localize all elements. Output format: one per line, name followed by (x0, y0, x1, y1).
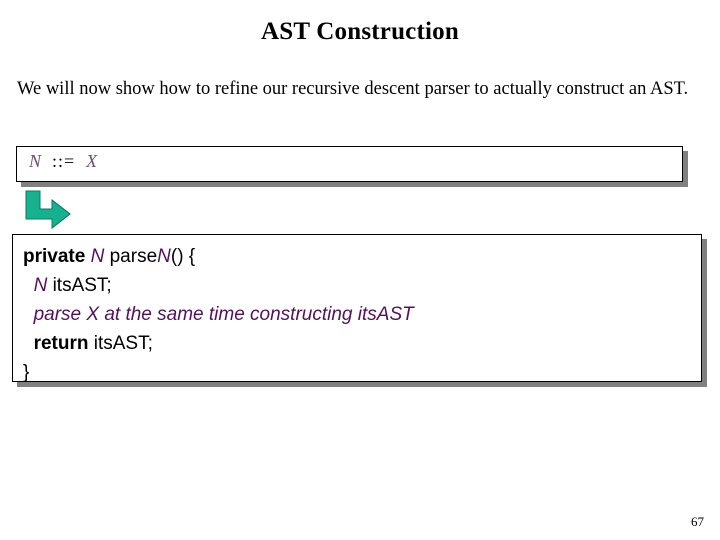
elbow-arrow-down-right-icon (16, 190, 72, 232)
slide-canvas: AST Construction We will now show how to… (0, 0, 720, 540)
code-token: itsAST; (88, 333, 153, 354)
rule-operator-space (75, 151, 86, 171)
code-line: private N parseN() { (23, 242, 695, 271)
page-number: 67 (691, 514, 704, 529)
code-token: N (157, 246, 171, 267)
code-snippet-text: private N parseN() { N itsAST; parse X a… (23, 242, 695, 387)
code-line: } (23, 358, 695, 387)
code-token: return (33, 333, 89, 354)
rule-nonterminal: N (29, 151, 42, 171)
grammar-rule-box: N ::= X (16, 146, 683, 182)
code-line: return itsAST; (23, 329, 695, 358)
rule-operator (41, 151, 52, 171)
rule-defines-operator: ::= (52, 151, 76, 171)
code-line: N itsAST; (23, 271, 695, 300)
page-title: AST Construction (261, 18, 459, 45)
code-token: N (90, 246, 105, 267)
code-token: private (23, 246, 91, 267)
code-token: parse (104, 246, 158, 267)
rule-rhs: X (86, 151, 98, 171)
code-token: itsAST; (47, 275, 112, 296)
code-snippet-box: private N parseN() { N itsAST; parse X a… (12, 234, 702, 383)
code-token: N (33, 275, 48, 296)
grammar-rule-text: N ::= X (29, 151, 97, 172)
code-token: parse X at the same time constructing it… (33, 304, 414, 325)
code-token: } (23, 362, 30, 383)
body-paragraph: We will now show how to refine our recur… (17, 79, 689, 99)
code-token: () { (170, 246, 196, 267)
code-line: parse X at the same time constructing it… (23, 300, 695, 329)
